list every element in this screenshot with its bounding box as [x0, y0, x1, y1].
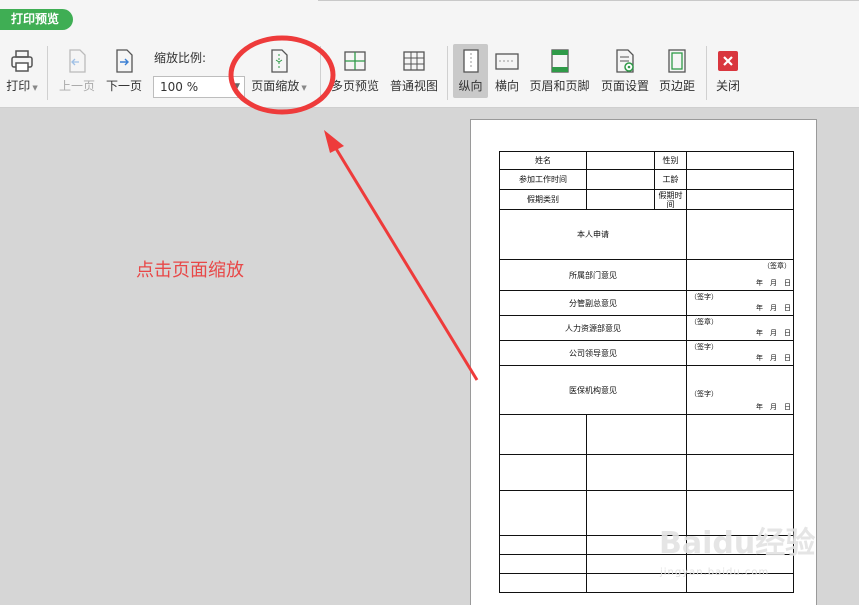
pointer-arrowhead — [324, 130, 344, 153]
highlight-circle — [228, 35, 336, 115]
annotation-overlay — [228, 35, 479, 381]
pointer-arrow-line — [330, 141, 479, 381]
